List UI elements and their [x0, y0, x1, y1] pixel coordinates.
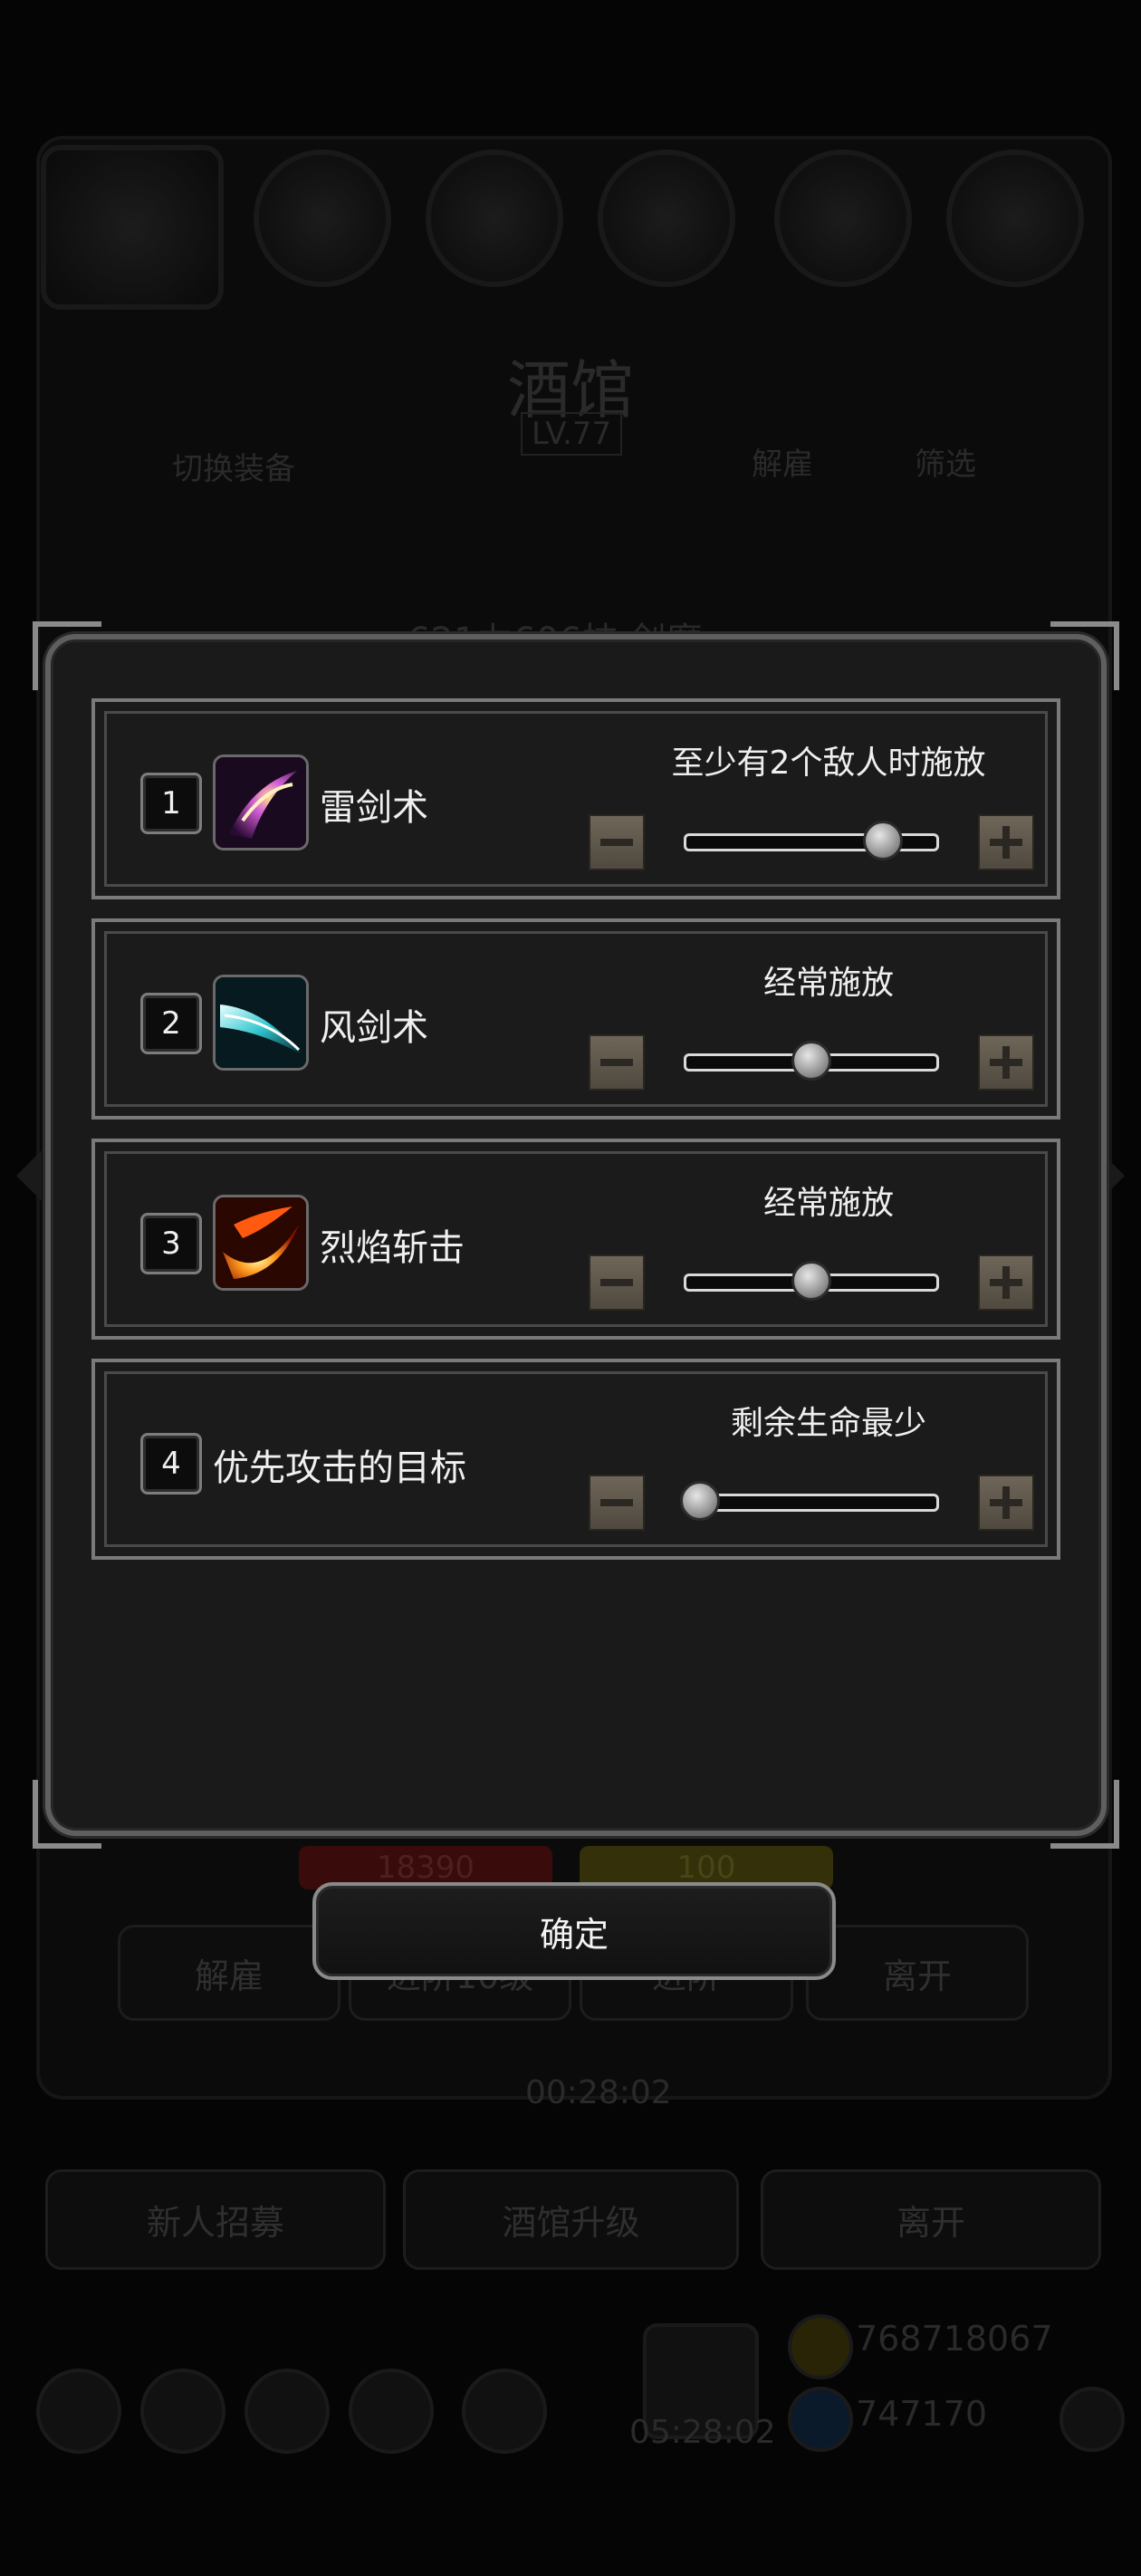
slider-handle[interactable]	[862, 821, 903, 860]
gift-timer: 05:28:02	[629, 2414, 776, 2451]
leave-tavern-button: 离开	[761, 2169, 1101, 2270]
increase-button[interactable]	[978, 1034, 1034, 1091]
gold-amount: 768718067	[856, 2319, 1053, 2359]
hero-portrait	[41, 145, 224, 310]
minus-icon	[600, 839, 633, 846]
equipment-slot-icon	[426, 149, 563, 287]
minus-icon	[600, 1499, 633, 1506]
dismiss-button: 解雇	[118, 1925, 340, 2021]
switch-equipment-label: 切换装备	[172, 451, 295, 487]
flame-slash-icon	[213, 1195, 309, 1291]
confirm-button[interactable]: 确定	[312, 1882, 836, 1980]
plus-icon	[990, 1046, 1022, 1079]
gem-amount: 747170	[856, 2394, 988, 2434]
cast-mode-label: 至少有2个敌人时施放	[671, 745, 986, 782]
corner-ornament	[33, 621, 101, 690]
increase-button[interactable]	[978, 814, 1034, 870]
thunder-sword-icon	[213, 755, 309, 851]
decrease-button[interactable]	[589, 1254, 645, 1311]
skill-name: 风剑术	[320, 1007, 428, 1049]
plus-icon	[990, 1266, 1022, 1299]
minus-icon	[600, 1279, 633, 1286]
menu-icon	[36, 2369, 121, 2454]
decrease-button[interactable]	[589, 1034, 645, 1091]
equipment-slot-icon	[598, 149, 735, 287]
increase-button[interactable]	[978, 1475, 1034, 1531]
minus-icon	[600, 1059, 633, 1066]
slot-number: 4	[140, 1433, 202, 1495]
target-priority-label: 优先攻击的目标	[213, 1447, 466, 1489]
plus-icon	[990, 1486, 1022, 1519]
wind-sword-icon	[213, 975, 309, 1071]
slider-handle[interactable]	[680, 1481, 720, 1521]
target-mode-slider[interactable]	[684, 1494, 939, 1512]
slot-number: 3	[140, 1213, 202, 1274]
slider-handle[interactable]	[791, 1041, 831, 1081]
decrease-button[interactable]	[589, 814, 645, 870]
leave-button: 离开	[806, 1925, 1029, 2021]
cast-mode-label: 经常施放	[762, 1185, 894, 1222]
menu-icon	[462, 2369, 547, 2454]
target-mode-label: 剩余生命最少	[730, 1405, 926, 1442]
increase-button[interactable]	[978, 1254, 1034, 1311]
menu-icon	[140, 2369, 225, 2454]
tavern-upgrade-button: 酒馆升级	[403, 2169, 739, 2270]
skill-name: 烈焰斩击	[320, 1227, 465, 1269]
corner-ornament	[1050, 621, 1119, 690]
filter-tab: 筛选	[915, 447, 976, 483]
slot-number: 1	[140, 773, 202, 834]
menu-icon	[244, 2369, 330, 2454]
cast-mode-label: 经常施放	[762, 965, 894, 1002]
gem-icon	[788, 2387, 853, 2452]
corner-ornament	[1050, 1780, 1119, 1849]
target-priority-row: 4 优先攻击的目标 剩余生命最少	[91, 1359, 1060, 1560]
skill-name: 雷剑术	[320, 787, 428, 829]
recruit-timer: 00:28:02	[525, 2074, 672, 2111]
equipment-slot-icon	[254, 149, 391, 287]
slider-handle[interactable]	[791, 1261, 831, 1301]
slot-number: 2	[140, 993, 202, 1054]
equipment-slot-icon	[774, 149, 912, 287]
skill-settings-dialog: 1 雷剑术 至少有2个敌人时施放 2 风剑术 经常施放 3 烈焰斩击 经常施放 …	[33, 621, 1119, 1849]
prev-arrow-icon	[16, 1150, 42, 1201]
add-currency-icon	[1060, 2387, 1125, 2452]
decrease-button[interactable]	[589, 1475, 645, 1531]
new-recruit-button: 新人招募	[45, 2169, 386, 2270]
menu-icon	[349, 2369, 434, 2454]
skill-row: 3 烈焰斩击 经常施放	[91, 1139, 1060, 1340]
equipment-slot-icon	[946, 149, 1084, 287]
corner-ornament	[33, 1780, 101, 1849]
plus-icon	[990, 826, 1022, 859]
skill-row: 2 风剑术 经常施放	[91, 918, 1060, 1120]
tavern-level: LV.77	[521, 412, 623, 456]
gold-coin-icon	[788, 2314, 853, 2379]
dismiss-tab: 解雇	[752, 447, 813, 483]
skill-row: 1 雷剑术 至少有2个敌人时施放	[91, 698, 1060, 899]
